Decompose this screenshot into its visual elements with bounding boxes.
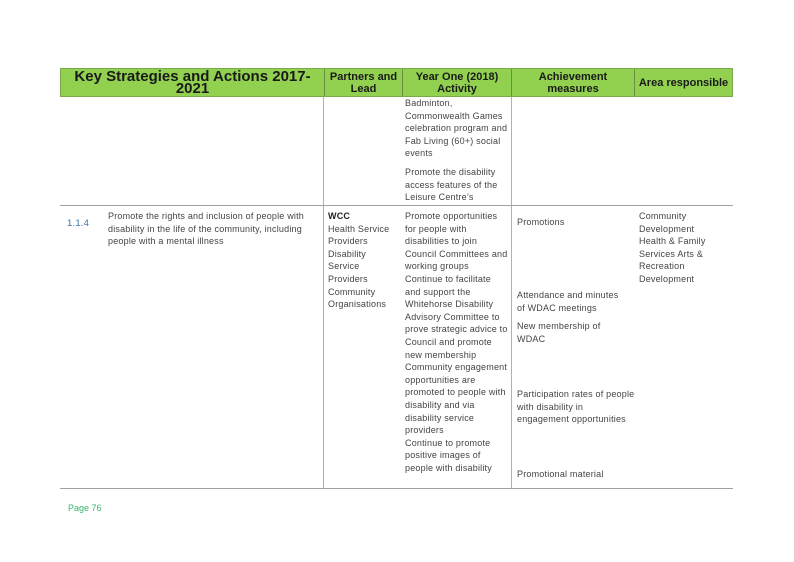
header-strategies: Key Strategies and Actions 2017-2021 — [61, 69, 325, 96]
column-divider — [511, 97, 512, 488]
page-number: Page 76 — [68, 503, 102, 513]
measure-text: Attendance and minutes of WDAC meetings — [517, 290, 619, 313]
partners-list: Health Service Providers Disability Serv… — [328, 223, 390, 310]
header-area: Area responsible — [638, 76, 729, 89]
lead-partner: WCC — [328, 211, 351, 221]
measure-text: New membership of WDAC — [517, 321, 601, 344]
table-bottom-border — [60, 488, 733, 489]
partners-cell: WCC Health Service Providers Disability … — [328, 210, 398, 311]
header-measures: Achievement measures — [512, 69, 635, 96]
activity-text: Continue to promote positive images of p… — [405, 437, 492, 473]
row-divider — [60, 205, 733, 206]
continued-activity: Badminton, Commonwealth Games celebratio… — [405, 97, 509, 210]
header-activity: Year One (2018) Activity — [403, 69, 512, 96]
activity-text: Continue to facilitate and support the W… — [405, 273, 508, 360]
measure-text: Promotions — [517, 217, 565, 227]
activity-text: Community engagement opportunities are p… — [405, 362, 508, 436]
activity-text: Promote the disability access features o… — [405, 166, 498, 203]
area-responsible: Community Development Health & Family Se… — [639, 211, 706, 284]
activity-text: Promote opportunities for people with di… — [405, 211, 508, 272]
measure-text: Promotional material — [517, 469, 604, 479]
activity-cell: Promote opportunities for people with di… — [405, 210, 509, 474]
measure-text: Participation rates of people with disab… — [517, 389, 635, 425]
header-partners: Partners and Lead — [325, 69, 403, 96]
column-divider — [323, 97, 324, 488]
activity-text: Badminton, Commonwealth Games celebratio… — [405, 98, 508, 159]
table-header: Key Strategies and Actions 2017-2021 Par… — [60, 68, 733, 97]
strategy-text: Promote the rights and inclusion of peop… — [108, 211, 305, 247]
strategy-number: 1.1.4 — [67, 218, 90, 229]
document-page: Key Strategies and Actions 2017-2021 Par… — [0, 0, 794, 562]
